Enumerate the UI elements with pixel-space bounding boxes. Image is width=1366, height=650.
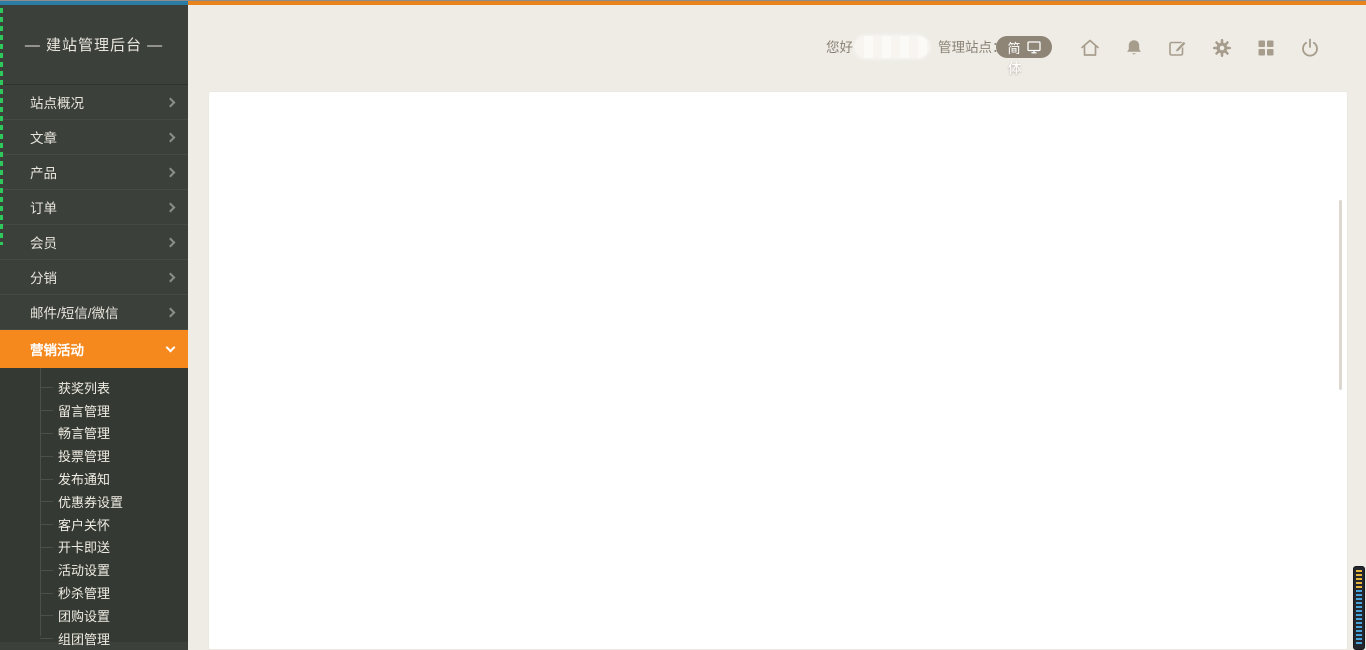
sidebar-item-label: 文章 xyxy=(30,127,57,147)
submenu-item-seckill-mgmt[interactable]: 秒杀管理 xyxy=(0,581,188,604)
language-toggle-label: 简 xyxy=(1007,38,1020,57)
submenu-label: 投票管理 xyxy=(58,446,110,465)
sidebar-item-members[interactable]: 会员 xyxy=(0,225,188,260)
sidebar-item-label: 会员 xyxy=(30,232,57,252)
home-icon[interactable] xyxy=(1078,36,1102,60)
submenu-label: 开卡即送 xyxy=(58,537,110,556)
chevron-right-icon xyxy=(166,307,176,317)
submenu-item-group-mgmt[interactable]: 组团管理 xyxy=(0,627,188,650)
sidebar-item-label: 邮件/短信/微信 xyxy=(30,302,119,322)
submenu-item-vote-mgmt[interactable]: 投票管理 xyxy=(0,444,188,467)
language-toggle[interactable]: 简 xyxy=(996,36,1052,58)
submenu-label: 畅言管理 xyxy=(58,423,110,442)
submenu-label: 活动设置 xyxy=(58,560,110,579)
minimap-marks-blue xyxy=(1356,590,1362,646)
sidebar-item-mail-sms-wechat[interactable]: 邮件/短信/微信 xyxy=(0,295,188,330)
submenu-label: 发布通知 xyxy=(58,469,110,488)
sidebar-item-marketing-active[interactable]: 营销活动 xyxy=(0,330,188,368)
capture-artifact-green-dashes xyxy=(0,8,3,245)
submenu-label: 客户关怀 xyxy=(58,515,110,534)
top-accent-orange xyxy=(188,1,1366,5)
sidebar-item-label: 站点概况 xyxy=(30,92,84,112)
chevron-right-icon xyxy=(166,202,176,212)
submenu-label: 团购设置 xyxy=(58,606,110,625)
monitor-icon xyxy=(1027,40,1041,54)
sidebar-submenu: 获奖列表 留言管理 畅言管理 投票管理 发布通知 优惠券设置 客户关怀 开卡即送… xyxy=(0,368,188,642)
blurred-username xyxy=(855,36,929,58)
chevron-right-icon xyxy=(166,272,176,282)
submenu-item-activity-settings[interactable]: 活动设置 xyxy=(0,558,188,581)
logout-power-icon[interactable] xyxy=(1298,36,1322,60)
minimap-marks-yellow xyxy=(1356,570,1362,588)
submenu-label: 秒杀管理 xyxy=(58,583,110,602)
sidebar-item-orders[interactable]: 订单 xyxy=(0,190,188,225)
sidebar-item-distribution[interactable]: 分销 xyxy=(0,260,188,295)
language-toggle-overflow: 体 xyxy=(1008,57,1022,77)
submenu-item-message-mgmt[interactable]: 留言管理 xyxy=(0,399,188,422)
chevron-right-icon xyxy=(166,167,176,177)
notifications-bell-icon[interactable] xyxy=(1122,36,1146,60)
sidebar: — 建站管理后台 — 站点概况 文章 产品 订单 会员 分销 邮件/短信/微信 … xyxy=(0,5,188,650)
sidebar-item-label: 分销 xyxy=(30,267,57,287)
submenu-item-award-list[interactable]: 获奖列表 xyxy=(0,376,188,399)
settings-gear-icon[interactable] xyxy=(1210,36,1234,60)
submenu-label: 优惠券设置 xyxy=(58,492,123,511)
chevron-down-icon xyxy=(166,342,176,352)
greeting-text: 您好 xyxy=(826,40,853,56)
sidebar-item-articles[interactable]: 文章 xyxy=(0,120,188,155)
chevron-right-icon xyxy=(166,237,176,247)
sidebar-item-products[interactable]: 产品 xyxy=(0,155,188,190)
apps-grid-icon[interactable] xyxy=(1254,36,1278,60)
edit-compose-icon[interactable] xyxy=(1166,36,1190,60)
submenu-label: 获奖列表 xyxy=(58,378,110,397)
submenu-item-changyan-mgmt[interactable]: 畅言管理 xyxy=(0,422,188,445)
sidebar-item-label: 订单 xyxy=(30,197,57,217)
browser-scrollbar-thumb[interactable] xyxy=(1339,200,1342,390)
submenu-item-customer-care[interactable]: 客户关怀 xyxy=(0,513,188,536)
submenu-label: 留言管理 xyxy=(58,401,110,420)
chevron-right-icon xyxy=(166,132,176,142)
capture-artifact-minimap xyxy=(1353,566,1365,650)
submenu-item-coupon-settings[interactable]: 优惠券设置 xyxy=(0,490,188,513)
sidebar-item-label: 产品 xyxy=(30,162,57,182)
app-logo: — 建站管理后台 — xyxy=(0,5,188,85)
submenu-item-groupbuy-settings[interactable]: 团购设置 xyxy=(0,604,188,627)
form-card xyxy=(208,91,1348,650)
sidebar-item-site-overview[interactable]: 站点概况 xyxy=(0,85,188,120)
chevron-right-icon xyxy=(166,97,176,107)
submenu-label: 组团管理 xyxy=(58,629,110,648)
submenu-item-publish-notice[interactable]: 发布通知 xyxy=(0,467,188,490)
sidebar-item-label: 营销活动 xyxy=(30,339,84,359)
submenu-item-card-gift[interactable]: 开卡即送 xyxy=(0,536,188,559)
